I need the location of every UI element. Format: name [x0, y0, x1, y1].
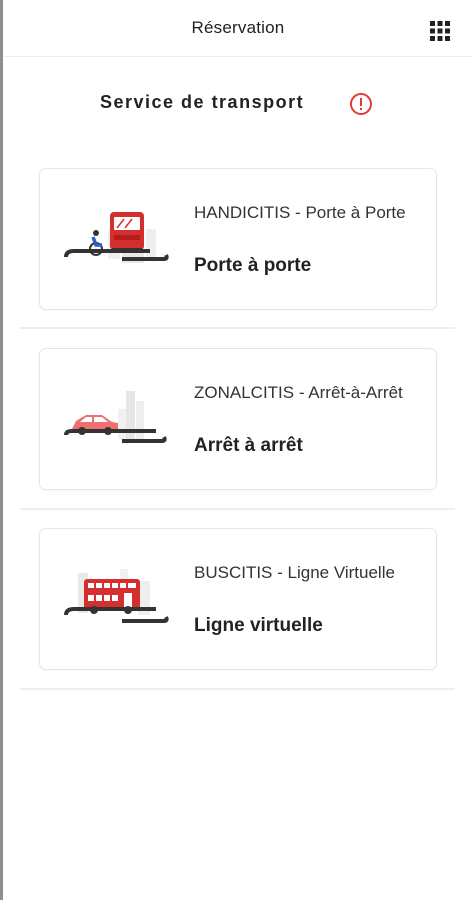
service-type: Ligne virtuelle — [194, 615, 323, 636]
info-circle-icon[interactable] — [348, 91, 374, 117]
divider — [20, 327, 455, 329]
service-name: BUSCITIS - Ligne Virtuelle — [194, 563, 395, 582]
wheelchair-bus-illustration — [62, 199, 172, 279]
service-type: Arrêt à arrêt — [194, 435, 303, 456]
car-illustration — [62, 379, 172, 459]
service-card-zonalcitis[interactable]: ZONALCITIS - Arrêt-à-Arrêt Arrêt à arrêt — [39, 348, 437, 490]
header-title: Réservation — [191, 18, 285, 37]
section-title: Service de transport — [100, 92, 305, 112]
window-edge — [0, 0, 3, 900]
service-type: Porte à porte — [194, 255, 312, 276]
divider — [20, 688, 455, 690]
service-card-handicitis[interactable]: HANDICITIS - Porte à Porte Porte à porte — [39, 168, 437, 310]
service-name: HANDICITIS - Porte à Porte — [194, 203, 406, 222]
apps-grid-icon[interactable] — [429, 20, 451, 42]
app-header: Réservation — [3, 0, 473, 57]
divider — [20, 508, 455, 510]
service-card-buscitis[interactable]: BUSCITIS - Ligne Virtuelle Ligne virtuel… — [39, 528, 437, 670]
service-name: ZONALCITIS - Arrêt-à-Arrêt — [194, 383, 403, 402]
double-decker-bus-illustration — [62, 559, 172, 639]
